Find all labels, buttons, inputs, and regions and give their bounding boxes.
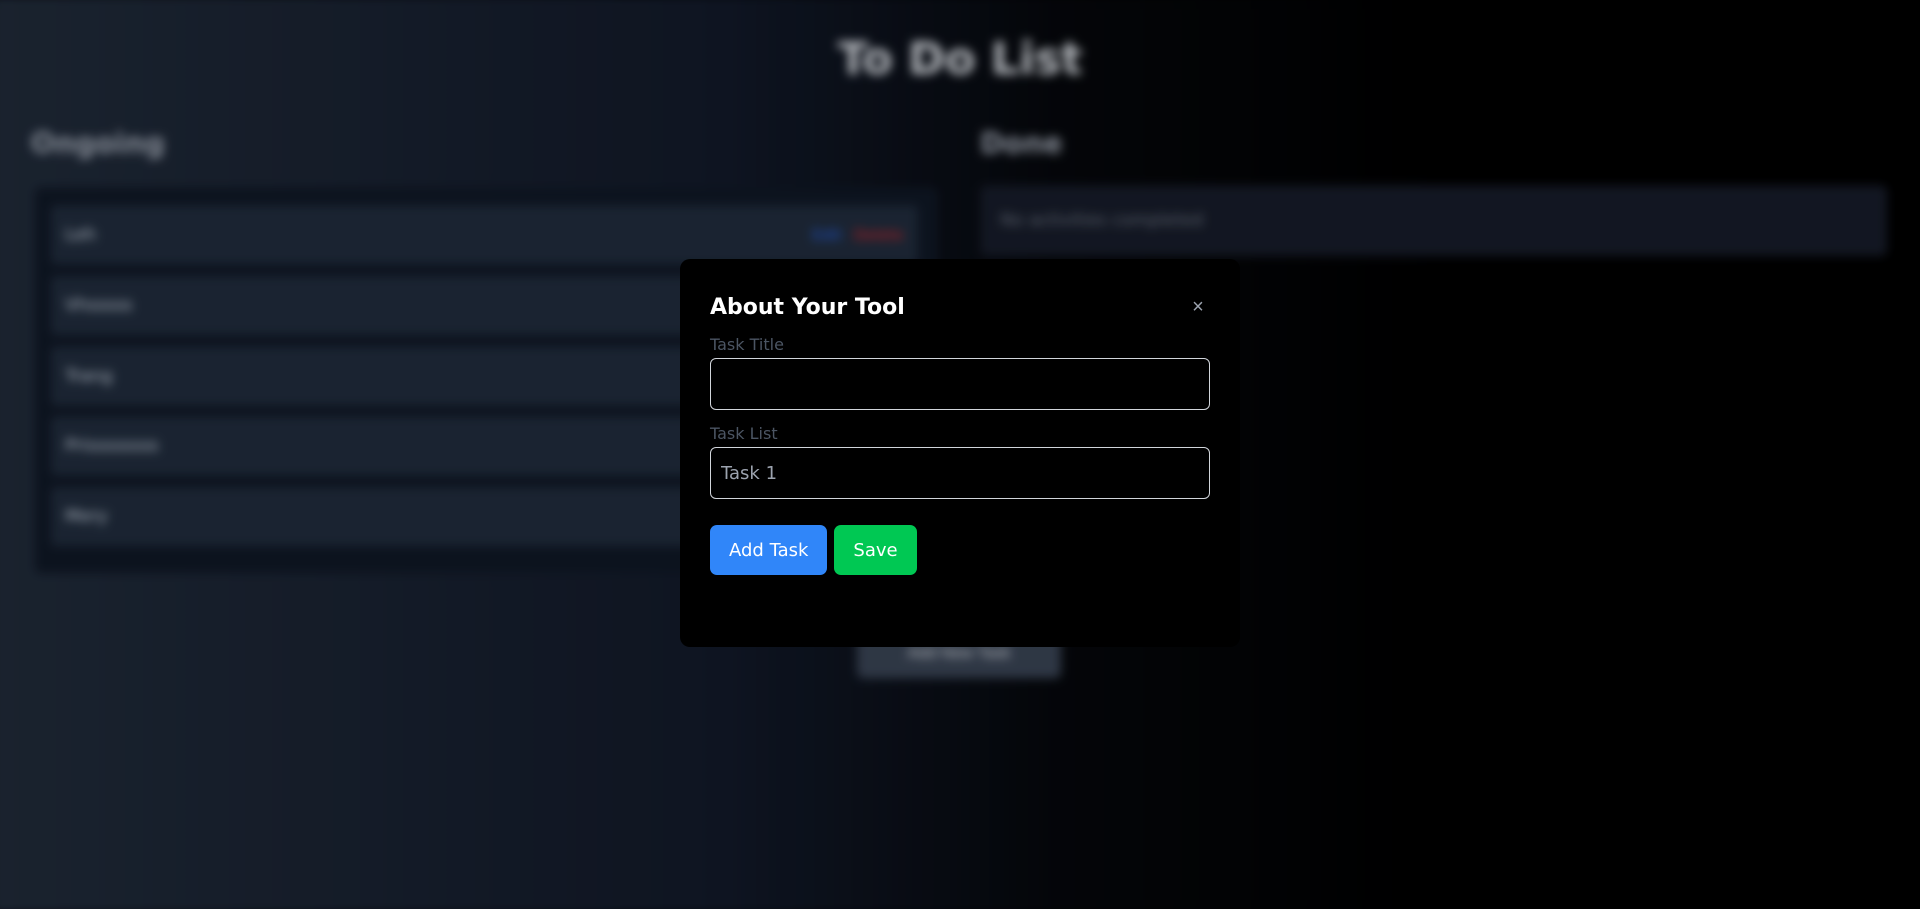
modal-header: About Your Tool × <box>710 289 1210 325</box>
save-button[interactable]: Save <box>834 525 917 575</box>
add-task-button[interactable]: Add Task <box>710 525 828 575</box>
task-title-label: Task Title <box>710 335 784 354</box>
task-title-input[interactable] <box>710 358 1210 410</box>
modal-actions: Add Task Save <box>710 525 1210 575</box>
task-list-label: Task List <box>710 424 778 443</box>
task-list-input[interactable] <box>710 447 1210 499</box>
task-modal: About Your Tool × Task Title Task List A… <box>680 259 1240 647</box>
close-icon[interactable]: × <box>1186 295 1210 319</box>
modal-title: About Your Tool <box>710 294 905 320</box>
